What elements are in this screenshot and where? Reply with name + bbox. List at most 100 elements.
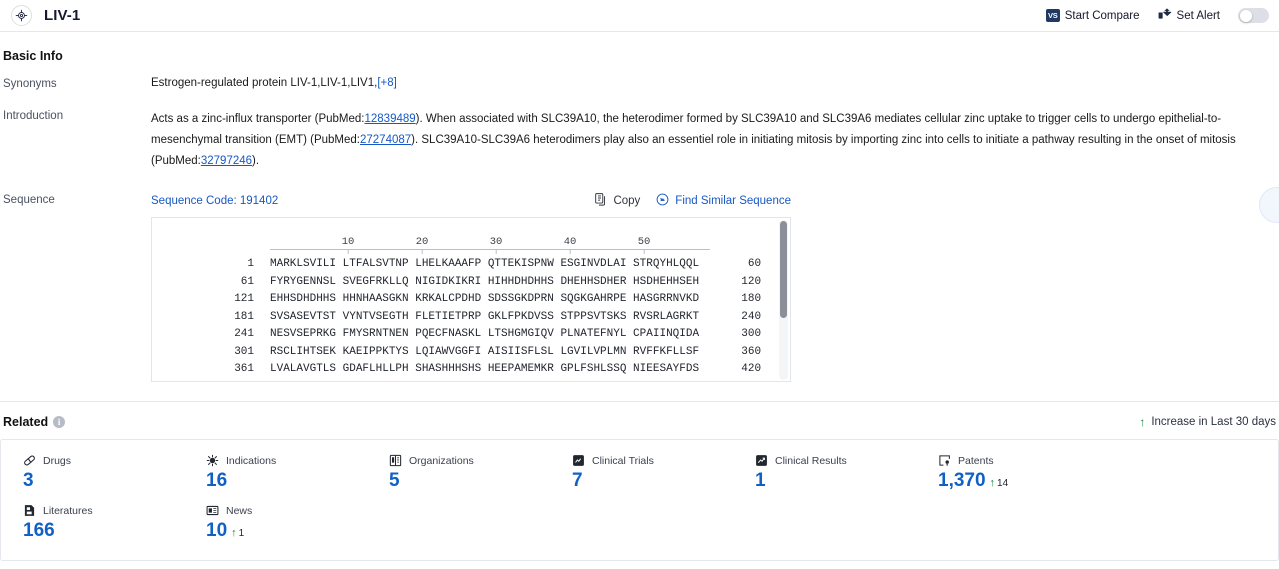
sequence-residues: EHHSDHDHHS HHNHAASGKN KRKALCPDHD SDSSGKD… (270, 293, 700, 305)
clinical-result-icon (755, 454, 768, 467)
sequence-end-index: 300 (741, 328, 762, 340)
related-header: Related i ↑ Increase in Last 30 days (0, 402, 1279, 429)
ruler-tick-50: 50 (637, 236, 651, 254)
sequence-residues: LVALAVGTLS GDAFLHLLPH SHASHHHSHS HEEPAME… (270, 363, 700, 375)
sequence-line: 61 FYRYGENNSL SVEGFRKLLQ NIGIDKIKRI HIHHD… (152, 274, 790, 292)
related-heading: Related (3, 415, 49, 429)
synonyms-value: Estrogen-regulated protein LIV-1,LIV-1,L… (151, 77, 1279, 90)
clinical-trial-icon (572, 454, 585, 467)
sequence-scrollbar-thumb[interactable] (780, 221, 787, 318)
sequence-end-index: 360 (741, 345, 762, 358)
stat-news[interactable]: News 10 ↑ 1 (184, 504, 367, 542)
stat-value: 10 (206, 520, 228, 541)
sequence-start-index: 241 (234, 328, 254, 340)
stat-head: Drugs (23, 454, 184, 467)
top-bar: LIV-1 VS Start Compare Set Alert (0, 0, 1279, 32)
sequence-lines: 1 MARKLSVILI LTFALSVTNP LHELKAAAFP QTTEKI… (152, 256, 790, 379)
related-stats-card: Drugs 3 Indications 16 Organizations 5 C… (0, 439, 1279, 561)
stat-value: 166 (23, 520, 55, 541)
stat-value: 5 (389, 470, 400, 491)
building-icon (389, 454, 402, 467)
page-title: LIV-1 (44, 7, 81, 24)
sequence-line: 121 EHHSDHDHHS HHNHAASGKN KRKALCPDHD SDSS… (152, 291, 790, 309)
start-compare-label: Start Compare (1064, 9, 1140, 22)
set-alert-toggle[interactable] (1238, 8, 1269, 23)
introduction-value: Acts as a zinc-influx transporter (PubMe… (151, 109, 1279, 172)
stat-drugs[interactable]: Drugs 3 (1, 454, 184, 492)
copy-icon (595, 193, 607, 209)
sequence-line: 301 RSCLIHTSEK KAEIPPKTYS LQIAWVGGFI AISI… (152, 344, 790, 362)
sequence-label: Sequence (3, 194, 55, 206)
pill-icon (23, 454, 36, 467)
stat-head: Clinical Results (755, 454, 916, 467)
stat-label: Drugs (43, 454, 72, 467)
stat-value: 1 (755, 470, 766, 491)
sequence-code-link[interactable]: Sequence Code: 191402 (151, 195, 278, 207)
sequence-ruler: 10 20 30 40 50 (270, 232, 712, 256)
synonyms-more-link[interactable]: [+8] (377, 77, 397, 89)
stat-literatures[interactable]: Literatures 166 (1, 504, 184, 542)
synonyms-text: Estrogen-regulated protein LIV-1,LIV-1,L… (151, 77, 378, 89)
sequence-end-index: 60 (747, 258, 762, 270)
find-similar-sequence-button[interactable]: Find Similar Sequence (656, 193, 791, 209)
stat-value: 3 (23, 470, 34, 491)
sequence-residues: MARKLSVILI LTFALSVTNP LHELKAAAFP QTTEKIS… (270, 258, 700, 270)
sequence-end-index: 240 (741, 310, 762, 323)
stat-label: Clinical Results (775, 454, 847, 467)
sequence-end-index: 180 (741, 293, 762, 305)
sequence-line: 1 MARKLSVILI LTFALSVTNP LHELKAAAFP QTTEKI… (152, 256, 790, 274)
pubmed-link-2[interactable]: 27274087 (360, 134, 411, 146)
copy-button[interactable]: Copy (595, 193, 640, 209)
find-similar-icon (656, 193, 669, 209)
sequence-start-index: 181 (234, 310, 254, 323)
stat-clinical-results[interactable]: Clinical Results 1 (733, 454, 916, 492)
sequence-value: Sequence Code: 191402 Copy Find Similar … (151, 193, 1279, 382)
sequence-line: 241 NESVSEPRKG FMYSRNTNEN PQECFNASKL LTSH… (152, 326, 790, 344)
stat-delta: ↑ 1 (231, 527, 244, 540)
sequence-viewer[interactable]: 10 20 30 40 50 1 MARKLSVILI LTFALSVTNP LH… (151, 217, 791, 382)
stat-value-wrap: 1,370 ↑ 14 (938, 470, 1099, 492)
stat-delta: ↑ 14 (989, 477, 1009, 490)
sequence-inner: 10 20 30 40 50 1 MARKLSVILI LTFALSVTNP LH… (152, 218, 790, 379)
pubmed-link-3[interactable]: 32797246 (201, 155, 252, 167)
arrow-up-icon: ↑ (1139, 415, 1146, 429)
pubmed-link-1[interactable]: 12839489 (364, 113, 415, 125)
basic-info-heading: Basic Info (3, 49, 63, 63)
sequence-residues: NESVSEPRKG FMYSRNTNEN PQECFNASKL LTSHGMG… (270, 328, 700, 340)
sequence-scrollbar[interactable] (779, 220, 788, 380)
stat-label: Indications (226, 454, 277, 467)
ruler-tick-30: 30 (489, 236, 503, 254)
stat-head: Indications (206, 454, 367, 467)
sequence-start-index: 1 (247, 258, 254, 270)
stat-label: Patents (958, 454, 994, 467)
stat-head: Clinical Trials (572, 454, 733, 467)
stat-organizations[interactable]: Organizations 5 (367, 454, 550, 492)
stat-indications[interactable]: Indications 16 (184, 454, 367, 492)
sequence-start-index: 61 (240, 275, 254, 288)
stat-label: Organizations (409, 454, 474, 467)
intro-part-4: ). (252, 155, 260, 167)
sequence-header: Sequence Code: 191402 Copy Find Similar … (151, 193, 791, 209)
main-content: Basic Info Synonyms Estrogen-regulated p… (0, 32, 1279, 561)
arrow-up-icon: ↑ (231, 527, 237, 539)
target-icon[interactable] (11, 5, 32, 26)
arrow-up-icon: ↑ (989, 477, 996, 489)
introduction-row: Introduction Acts as a zinc-influx trans… (0, 109, 1279, 172)
set-alert-button[interactable]: Set Alert (1158, 7, 1220, 24)
stat-patents[interactable]: Patents 1,370 ↑ 14 (916, 454, 1099, 492)
sequence-end-index: 420 (741, 363, 762, 375)
synonyms-label: Synonyms (3, 78, 57, 90)
stat-label: Clinical Trials (592, 454, 654, 467)
stat-clinical-trials[interactable]: Clinical Trials 7 (550, 454, 733, 492)
info-icon[interactable]: i (53, 416, 66, 428)
ruler-tick-10: 10 (341, 236, 355, 254)
stat-label: News (226, 504, 253, 517)
stat-label: Literatures (43, 504, 93, 517)
stat-value-wrap: 10 ↑ 1 (206, 520, 367, 542)
set-alert-label: Set Alert (1176, 9, 1220, 22)
legend-increase: ↑ Increase in Last 30 days (1139, 416, 1276, 428)
start-compare-button[interactable]: VS Start Compare (1045, 9, 1140, 22)
stat-value: 1,370 (938, 470, 986, 491)
sequence-start-index: 121 (234, 293, 254, 305)
literature-icon (23, 504, 36, 517)
